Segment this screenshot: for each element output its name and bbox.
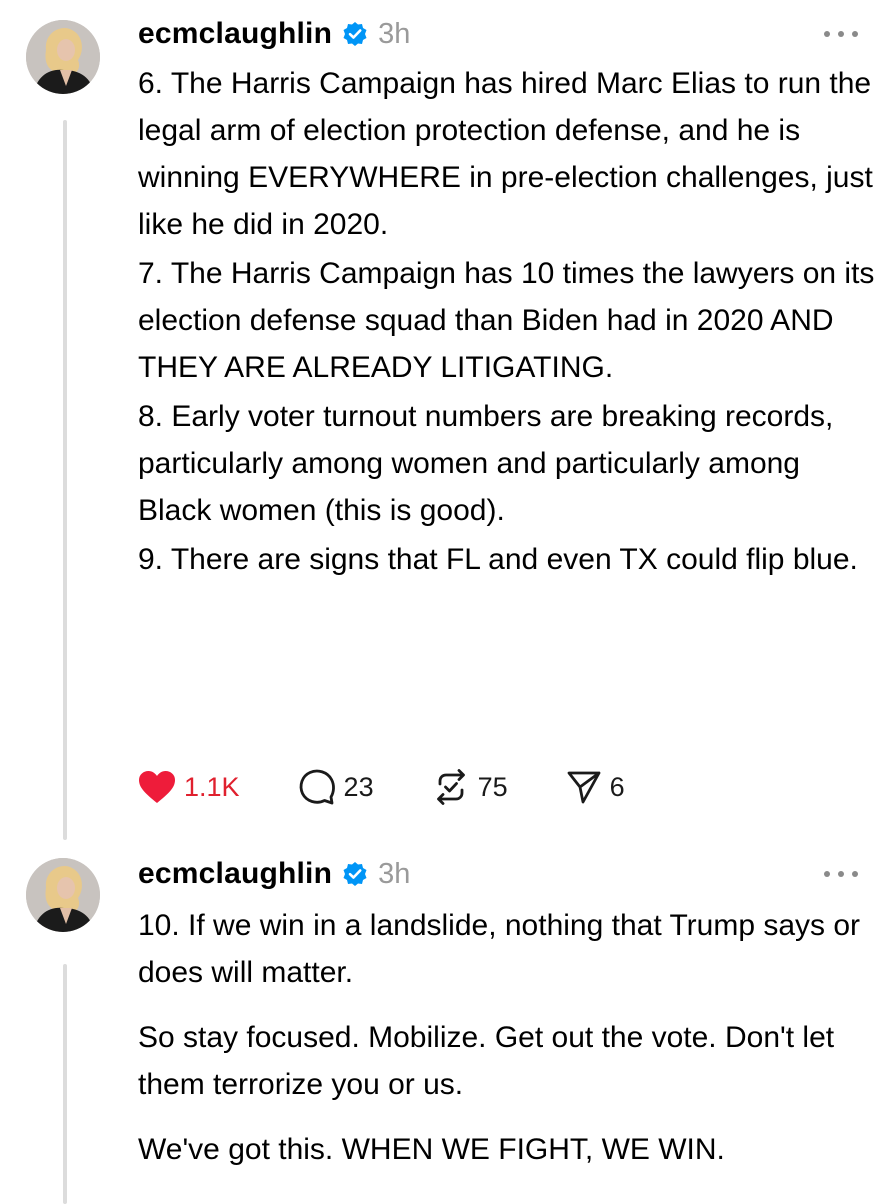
- post-header: ecmclaughlin 3h: [138, 854, 410, 894]
- thread-connector-line: [63, 120, 67, 840]
- heart-icon: [139, 771, 175, 803]
- share-count: 6: [609, 771, 625, 802]
- verified-badge-icon: [342, 21, 368, 47]
- post-body: 6. The Harris Campaign has hired Marc El…: [138, 60, 878, 585]
- post-paragraph: We've got this. WHEN WE FIGHT, WE WIN.: [138, 1133, 725, 1166]
- share-button[interactable]: 6: [566, 769, 625, 805]
- more-dots-icon: [824, 31, 830, 37]
- post-paragraph: 9. There are signs that FL and even TX c…: [138, 543, 858, 576]
- like-count: 1.1K: [184, 771, 240, 802]
- username[interactable]: ecmclaughlin: [138, 17, 332, 51]
- post-actions: 1.1K 23 75 6: [138, 762, 625, 812]
- reply-button[interactable]: 23: [298, 768, 374, 806]
- post-paragraph: 10. If we win in a landslide, nothing th…: [138, 909, 861, 989]
- repost-count: 75: [477, 771, 508, 802]
- username[interactable]: ecmclaughlin: [138, 857, 332, 891]
- post-header: ecmclaughlin 3h: [138, 14, 410, 54]
- comment-icon: [299, 769, 335, 805]
- post-paragraph: 8. Early voter turnout numbers are break…: [138, 400, 834, 527]
- post-body: 10. If we win in a landslide, nothing th…: [138, 902, 878, 1191]
- more-dots-icon: [824, 871, 830, 877]
- post-time: 3h: [378, 857, 411, 890]
- repost-icon: [436, 769, 465, 805]
- post-paragraph: 7. The Harris Campaign has 10 times the …: [138, 257, 875, 384]
- post-paragraph: 6. The Harris Campaign has hired Marc El…: [138, 67, 873, 241]
- thread-connector-line: [63, 964, 67, 1204]
- verified-badge-icon: [342, 861, 368, 887]
- thread-post: ecmclaughlin 3h 10. If we win in a lands…: [0, 846, 894, 1204]
- post-time: 3h: [378, 17, 411, 50]
- post-paragraph: So stay focused. Mobilize. Get out the v…: [138, 1021, 835, 1101]
- thread-post: ecmclaughlin 3h 6. The Harris Campaign h…: [0, 0, 894, 846]
- repost-button[interactable]: 75: [432, 768, 508, 806]
- avatar[interactable]: [26, 20, 100, 94]
- avatar[interactable]: [26, 858, 100, 932]
- like-button[interactable]: 1.1K: [138, 770, 240, 804]
- reply-count: 23: [343, 771, 374, 802]
- more-options-button[interactable]: [824, 28, 858, 40]
- send-icon: [567, 771, 601, 804]
- more-options-button[interactable]: [824, 868, 858, 880]
